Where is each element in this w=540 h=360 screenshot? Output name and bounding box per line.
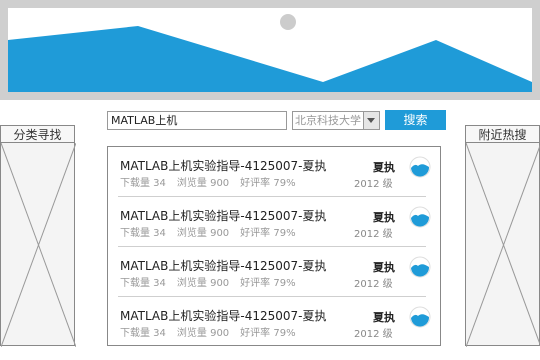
- school-select[interactable]: 北京科技大学: [292, 111, 380, 130]
- result-title[interactable]: MATLAB上机实验指导-4125007-夏执: [120, 307, 326, 324]
- view-count: 浏览量 900: [176, 228, 230, 239]
- list-item[interactable]: MATLAB上机实验指导-4125007-夏执 下载量 34 浏览量 900 好评率…: [118, 197, 431, 247]
- avatar-icon[interactable]: [409, 256, 431, 278]
- result-stats: 下载量 34 浏览量 900 好评率 79%: [120, 324, 307, 339]
- search-button[interactable]: 搜索: [385, 110, 446, 130]
- list-item[interactable]: MATLAB上机实验指导-4125007-夏执 下载量 34 浏览量 900 好评率…: [118, 247, 431, 297]
- avatar-icon[interactable]: [409, 306, 431, 328]
- download-count: 下载量 34: [120, 278, 166, 289]
- list-item[interactable]: MATLAB上机实验指导-4125007-夏执 下载量 34 浏览量 900 好评率…: [118, 297, 431, 347]
- category-panel: [0, 142, 76, 347]
- nearby-hot-label[interactable]: 附近热搜: [465, 125, 540, 143]
- placeholder-cross-icon: [466, 143, 540, 347]
- avatar-icon[interactable]: [409, 156, 431, 178]
- author-name: 夏执: [373, 311, 395, 324]
- rating: 好评率 79%: [240, 278, 296, 289]
- result-stats: 下载量 34 浏览量 900 好评率 79%: [120, 174, 307, 189]
- author-grade: 2012 级: [354, 179, 393, 190]
- result-stats: 下载量 34 浏览量 900 好评率 79%: [120, 274, 307, 289]
- search-input[interactable]: MATLAB上机: [107, 111, 287, 130]
- category-search-label[interactable]: 分类寻找: [0, 125, 75, 143]
- download-count: 下载量 34: [120, 228, 166, 239]
- school-select-value: 北京科技大学: [295, 114, 361, 127]
- author-name: 夏执: [373, 161, 395, 174]
- list-item[interactable]: MATLAB上机实验指导-4125007-夏执 下载量 34 浏览量 900 好评率…: [118, 147, 431, 197]
- nearby-hot-panel: [465, 142, 540, 347]
- banner: [0, 0, 540, 100]
- result-title[interactable]: MATLAB上机实验指导-4125007-夏执: [120, 257, 326, 274]
- rating: 好评率 79%: [240, 178, 296, 189]
- author-grade: 2012 级: [354, 279, 393, 290]
- banner-image: [8, 8, 532, 92]
- view-count: 浏览量 900: [176, 328, 230, 339]
- rating: 好评率 79%: [240, 228, 296, 239]
- image-placeholder-icon: [8, 14, 532, 92]
- rating: 好评率 79%: [240, 328, 296, 339]
- result-title[interactable]: MATLAB上机实验指导-4125007-夏执: [120, 207, 326, 224]
- result-title[interactable]: MATLAB上机实验指导-4125007-夏执: [120, 157, 326, 174]
- avatar-icon[interactable]: [409, 206, 431, 228]
- author-grade: 2012 级: [354, 329, 393, 340]
- download-count: 下载量 34: [120, 328, 166, 339]
- author-grade: 2012 级: [354, 229, 393, 240]
- author-name: 夏执: [373, 261, 395, 274]
- download-count: 下载量 34: [120, 178, 166, 189]
- results-list: MATLAB上机实验指导-4125007-夏执 下载量 34 浏览量 900 好评率…: [107, 146, 441, 346]
- chevron-down-icon[interactable]: [363, 112, 379, 129]
- author-name: 夏执: [373, 211, 395, 224]
- view-count: 浏览量 900: [176, 278, 230, 289]
- result-stats: 下载量 34 浏览量 900 好评率 79%: [120, 224, 307, 239]
- view-count: 浏览量 900: [176, 178, 230, 189]
- placeholder-cross-icon: [1, 143, 76, 347]
